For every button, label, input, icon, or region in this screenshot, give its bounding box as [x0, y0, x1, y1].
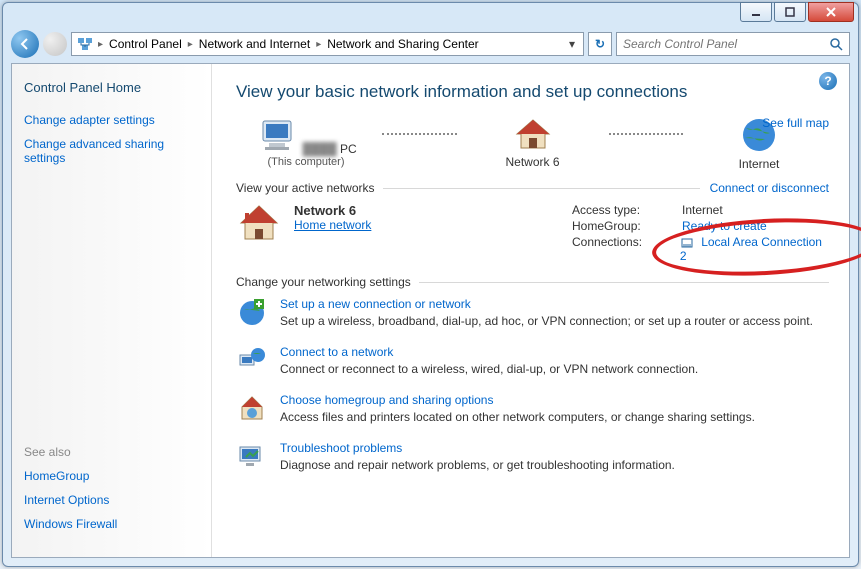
new-connection-icon [236, 297, 268, 329]
chevron-right-icon: ▸ [314, 39, 323, 50]
network-type-link[interactable]: Home network [294, 218, 371, 232]
forward-button[interactable] [43, 32, 67, 56]
connection-link[interactable]: Local Area Connection 2 [680, 235, 822, 263]
pc-name: PC [340, 142, 357, 156]
chevron-right-icon: ▸ [96, 39, 105, 50]
task-title[interactable]: Set up a new connection or network [280, 297, 813, 311]
task-setup-connection: Set up a new connection or network Set u… [236, 297, 829, 329]
connect-disconnect-link[interactable]: Connect or disconnect [710, 181, 829, 195]
task-desc: Connect or reconnect to a wireless, wire… [280, 362, 698, 376]
homegroup-icon [236, 393, 268, 425]
access-type-value: Internet [682, 203, 723, 217]
house-icon [236, 203, 282, 265]
task-troubleshoot: Troubleshoot problems Diagnose and repai… [236, 441, 829, 473]
internet-label: Internet [689, 157, 829, 171]
task-desc: Set up a wireless, broadband, dial-up, a… [280, 314, 813, 328]
window-frame: ▸ Control Panel ▸ Network and Internet ▸… [2, 2, 859, 567]
computer-icon [255, 119, 299, 153]
task-desc: Access files and printers located on oth… [280, 410, 755, 424]
breadcrumb-item[interactable]: Network and Internet [197, 37, 312, 51]
sidebar-link-adapter[interactable]: Change adapter settings [24, 113, 199, 127]
task-connect-network: Connect to a network Connect or reconnec… [236, 345, 829, 377]
task-title[interactable]: Troubleshoot problems [280, 441, 675, 455]
change-settings-header: Change your networking settings [236, 275, 411, 289]
active-network-row: Network 6 Home network Access type:Inter… [236, 203, 829, 265]
task-desc: Diagnose and repair network problems, or… [280, 458, 675, 472]
sidebar-link-advanced[interactable]: Change advanced sharing settings [24, 137, 199, 165]
homegroup-label: HomeGroup: [572, 219, 682, 233]
troubleshoot-icon [236, 441, 268, 473]
control-panel-home-link[interactable]: Control Panel Home [24, 80, 199, 95]
breadcrumb-item[interactable]: Control Panel [107, 37, 184, 51]
help-icon[interactable]: ? [819, 72, 837, 90]
connect-icon [236, 345, 268, 377]
refresh-button[interactable]: ↻ [588, 32, 612, 56]
network-name: Network 6 [294, 203, 371, 218]
sidebar: Control Panel Home Change adapter settin… [12, 64, 212, 557]
map-connector [609, 133, 684, 135]
active-networks-header: View your active networks [236, 181, 375, 195]
page-heading: View your basic network information and … [236, 82, 829, 102]
dropdown-icon[interactable]: ▾ [565, 37, 579, 51]
chevron-right-icon: ▸ [186, 39, 195, 50]
see-full-map-link[interactable]: See full map [762, 116, 829, 130]
maximize-button[interactable] [774, 2, 806, 22]
see-also-internet-options[interactable]: Internet Options [24, 493, 199, 507]
house-icon [513, 118, 553, 152]
search-input[interactable] [623, 37, 829, 51]
content-area: Control Panel Home Change adapter settin… [11, 63, 850, 558]
minimize-button[interactable] [740, 2, 772, 22]
see-also-firewall[interactable]: Windows Firewall [24, 517, 199, 531]
breadcrumb-item[interactable]: Network and Sharing Center [325, 37, 480, 51]
back-button[interactable] [11, 30, 39, 58]
task-homegroup: Choose homegroup and sharing options Acc… [236, 393, 829, 425]
navigation-bar: ▸ Control Panel ▸ Network and Internet ▸… [11, 27, 850, 61]
task-title[interactable]: Choose homegroup and sharing options [280, 393, 755, 407]
breadcrumb[interactable]: ▸ Control Panel ▸ Network and Internet ▸… [71, 32, 584, 56]
network-center-icon [76, 35, 94, 53]
main-panel: ? View your basic network information an… [212, 64, 849, 557]
map-connector [382, 133, 457, 135]
network-name: Network 6 [463, 155, 603, 169]
search-icon [829, 37, 843, 51]
see-also-homegroup[interactable]: HomeGroup [24, 469, 199, 483]
map-network[interactable]: Network 6 [463, 118, 603, 169]
ethernet-icon [680, 237, 694, 249]
search-box[interactable] [616, 32, 850, 56]
see-also-header: See also [24, 445, 199, 459]
pc-sublabel: (This computer) [236, 156, 376, 168]
titlebar [3, 3, 858, 27]
access-type-label: Access type: [572, 203, 682, 217]
close-button[interactable] [808, 2, 854, 22]
task-title[interactable]: Connect to a network [280, 345, 698, 359]
map-this-pc[interactable]: ████ PC (This computer) [236, 119, 376, 168]
network-map: See full map ████ PC (This computer) Net… [236, 116, 829, 171]
